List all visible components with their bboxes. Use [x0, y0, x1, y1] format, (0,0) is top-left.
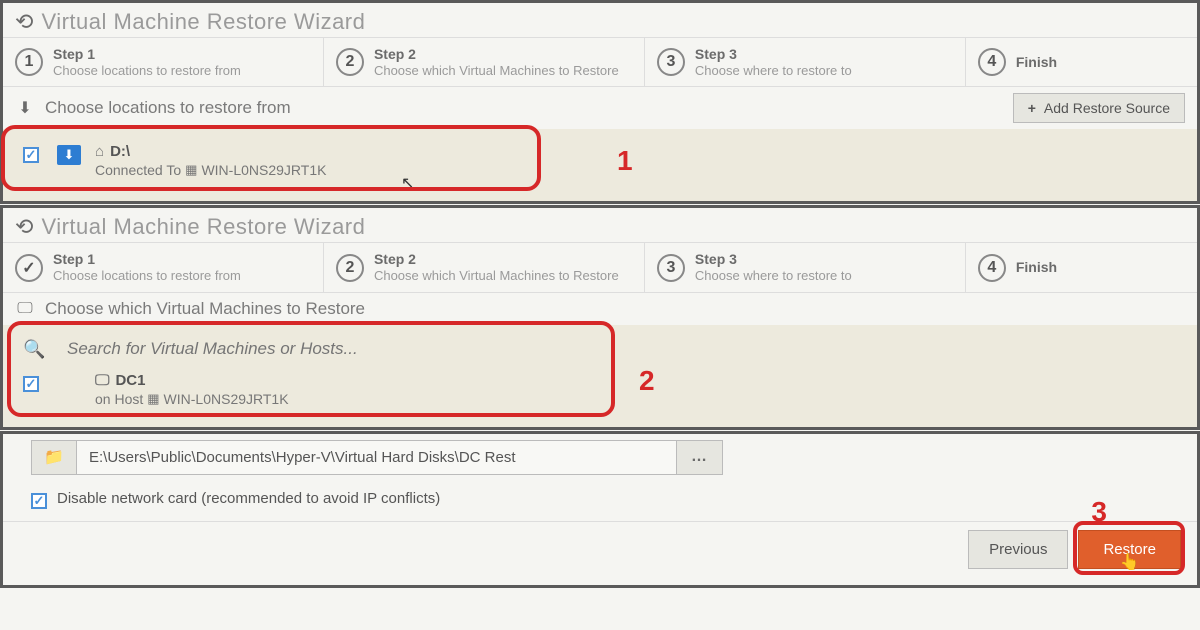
undo-icon: ⟲: [15, 214, 33, 240]
step-circle-4: 4: [978, 48, 1006, 76]
step-title: Finish: [1016, 54, 1057, 71]
restore-button[interactable]: Restore 👆: [1078, 530, 1181, 569]
step-circle-3: 3: [657, 48, 685, 76]
step-title: Step 2: [374, 251, 619, 268]
subheader: ⬇ Choose locations to restore from + Add…: [3, 86, 1197, 129]
monitor-icon: 🖵: [15, 300, 35, 318]
location-drive: ⌂ D:\: [95, 143, 326, 160]
location-checkbox[interactable]: [23, 147, 39, 163]
step-2[interactable]: 2 Step 2 Choose which Virtual Machines t…: [324, 243, 645, 291]
step-circle-3: 3: [657, 254, 685, 282]
step-sub: Choose where to restore to: [695, 268, 852, 284]
download-icon: ⬇: [15, 98, 35, 118]
wizard-title-text: Virtual Machine Restore Wizard: [41, 9, 365, 35]
step-title: Step 1: [53, 251, 241, 268]
wizard-title-row: ⟲ Virtual Machine Restore Wizard: [3, 3, 1197, 37]
add-restore-source-label: Add Restore Source: [1044, 100, 1170, 116]
steps-row: 1 Step 1 Choose locations to restore fro…: [3, 37, 1197, 86]
vm-host-prefix: on Host: [95, 391, 143, 407]
location-row[interactable]: ⬇ ⌂ D:\ Connected To ▦ WIN-L0NS29JRT1K: [15, 137, 1185, 184]
connected-label: Connected To: [95, 162, 181, 178]
step-circle-1: 1: [15, 48, 43, 76]
disable-network-row: Disable network card (recommended to avo…: [3, 481, 1197, 521]
server-icon: ▦: [147, 391, 159, 407]
folder-icon-button[interactable]: 📁: [31, 440, 77, 475]
vm-list: 🔍 🖵 DC1 on Host ▦ WIN-L0NS29JRT1K 2: [3, 325, 1197, 427]
disable-network-checkbox[interactable]: [31, 493, 47, 509]
previous-label: Previous: [989, 541, 1047, 558]
location-list: ⬇ ⌂ D:\ Connected To ▦ WIN-L0NS29JRT1K ↖…: [3, 129, 1197, 201]
wizard-title-row: ⟲ Virtual Machine Restore Wizard: [3, 208, 1197, 242]
vm-name-label: DC1: [115, 372, 145, 389]
cursor-icon: ↖: [401, 173, 414, 193]
step-4[interactable]: 4 Finish: [966, 243, 1197, 291]
step-sub: Choose locations to restore from: [53, 268, 241, 284]
step-title: Step 2: [374, 46, 619, 63]
ellipsis-icon: …: [691, 448, 708, 466]
footer-row: Previous Restore 👆: [3, 521, 1197, 585]
step-title: Finish: [1016, 259, 1057, 276]
step-2[interactable]: 2 Step 2 Choose which Virtual Machines t…: [324, 38, 645, 86]
download-badge-icon: ⬇: [57, 145, 81, 165]
step-sub: Choose where to restore to: [695, 63, 852, 79]
undo-icon: ⟲: [15, 9, 33, 35]
path-row: 📁 …: [31, 440, 1185, 475]
step-3[interactable]: 3 Step 3 Choose where to restore to: [645, 38, 966, 86]
subheader-text: Choose which Virtual Machines to Restore: [45, 299, 1185, 319]
step-3[interactable]: 3 Step 3 Choose where to restore to: [645, 243, 966, 291]
step-circle-done: [15, 254, 43, 282]
step-title: Step 3: [695, 46, 852, 63]
vm-row[interactable]: 🖵 DC1 on Host ▦ WIN-L0NS29JRT1K: [15, 366, 1185, 413]
vm-checkbox[interactable]: [23, 376, 39, 392]
subheader: 🖵 Choose which Virtual Machines to Resto…: [3, 292, 1197, 325]
browse-button[interactable]: …: [677, 440, 723, 475]
location-connected: Connected To ▦ WIN-L0NS29JRT1K: [95, 162, 326, 178]
wizard-panel-2: ⟲ Virtual Machine Restore Wizard Step 1 …: [0, 205, 1200, 429]
step-circle-2: 2: [336, 254, 364, 282]
step-sub: Choose which Virtual Machines to Restore: [374, 63, 619, 79]
wizard-panel-3: 📁 … Disable network card (recommended to…: [0, 431, 1200, 588]
restore-path-input[interactable]: [77, 440, 677, 475]
disable-network-label: Disable network card (recommended to avo…: [57, 489, 440, 509]
step-title: Step 1: [53, 46, 241, 63]
vm-host: on Host ▦ WIN-L0NS29JRT1K: [95, 391, 289, 407]
steps-row: Step 1 Choose locations to restore from …: [3, 242, 1197, 291]
step-circle-2: 2: [336, 48, 364, 76]
step-sub: Choose locations to restore from: [53, 63, 241, 79]
search-row: 🔍: [15, 333, 1185, 366]
folder-icon: 📁: [44, 447, 64, 467]
step-sub: Choose which Virtual Machines to Restore: [374, 268, 619, 284]
wizard-title-text: Virtual Machine Restore Wizard: [41, 214, 365, 240]
host-label: WIN-L0NS29JRT1K: [201, 162, 326, 178]
vm-host-name: WIN-L0NS29JRT1K: [164, 391, 289, 407]
wizard-panel-1: ⟲ Virtual Machine Restore Wizard 1 Step …: [0, 0, 1200, 204]
subheader-text: Choose locations to restore from: [45, 98, 1013, 118]
drive-label: D:\: [110, 143, 130, 160]
step-1[interactable]: 1 Step 1 Choose locations to restore fro…: [3, 38, 324, 86]
restore-label: Restore: [1103, 541, 1156, 558]
step-4[interactable]: 4 Finish: [966, 38, 1197, 86]
step-circle-4: 4: [978, 254, 1006, 282]
step-1[interactable]: Step 1 Choose locations to restore from: [3, 243, 324, 291]
search-icon: 🔍: [23, 339, 39, 360]
search-input[interactable]: [67, 339, 467, 359]
vm-name: 🖵 DC1: [95, 372, 289, 389]
step-title: Step 3: [695, 251, 852, 268]
add-restore-source-button[interactable]: + Add Restore Source: [1013, 93, 1185, 123]
previous-button[interactable]: Previous: [968, 530, 1068, 569]
plus-icon: +: [1028, 100, 1036, 116]
disk-icon: ⌂: [95, 143, 104, 160]
monitor-icon: 🖵: [95, 372, 109, 389]
server-icon: ▦: [185, 162, 197, 178]
